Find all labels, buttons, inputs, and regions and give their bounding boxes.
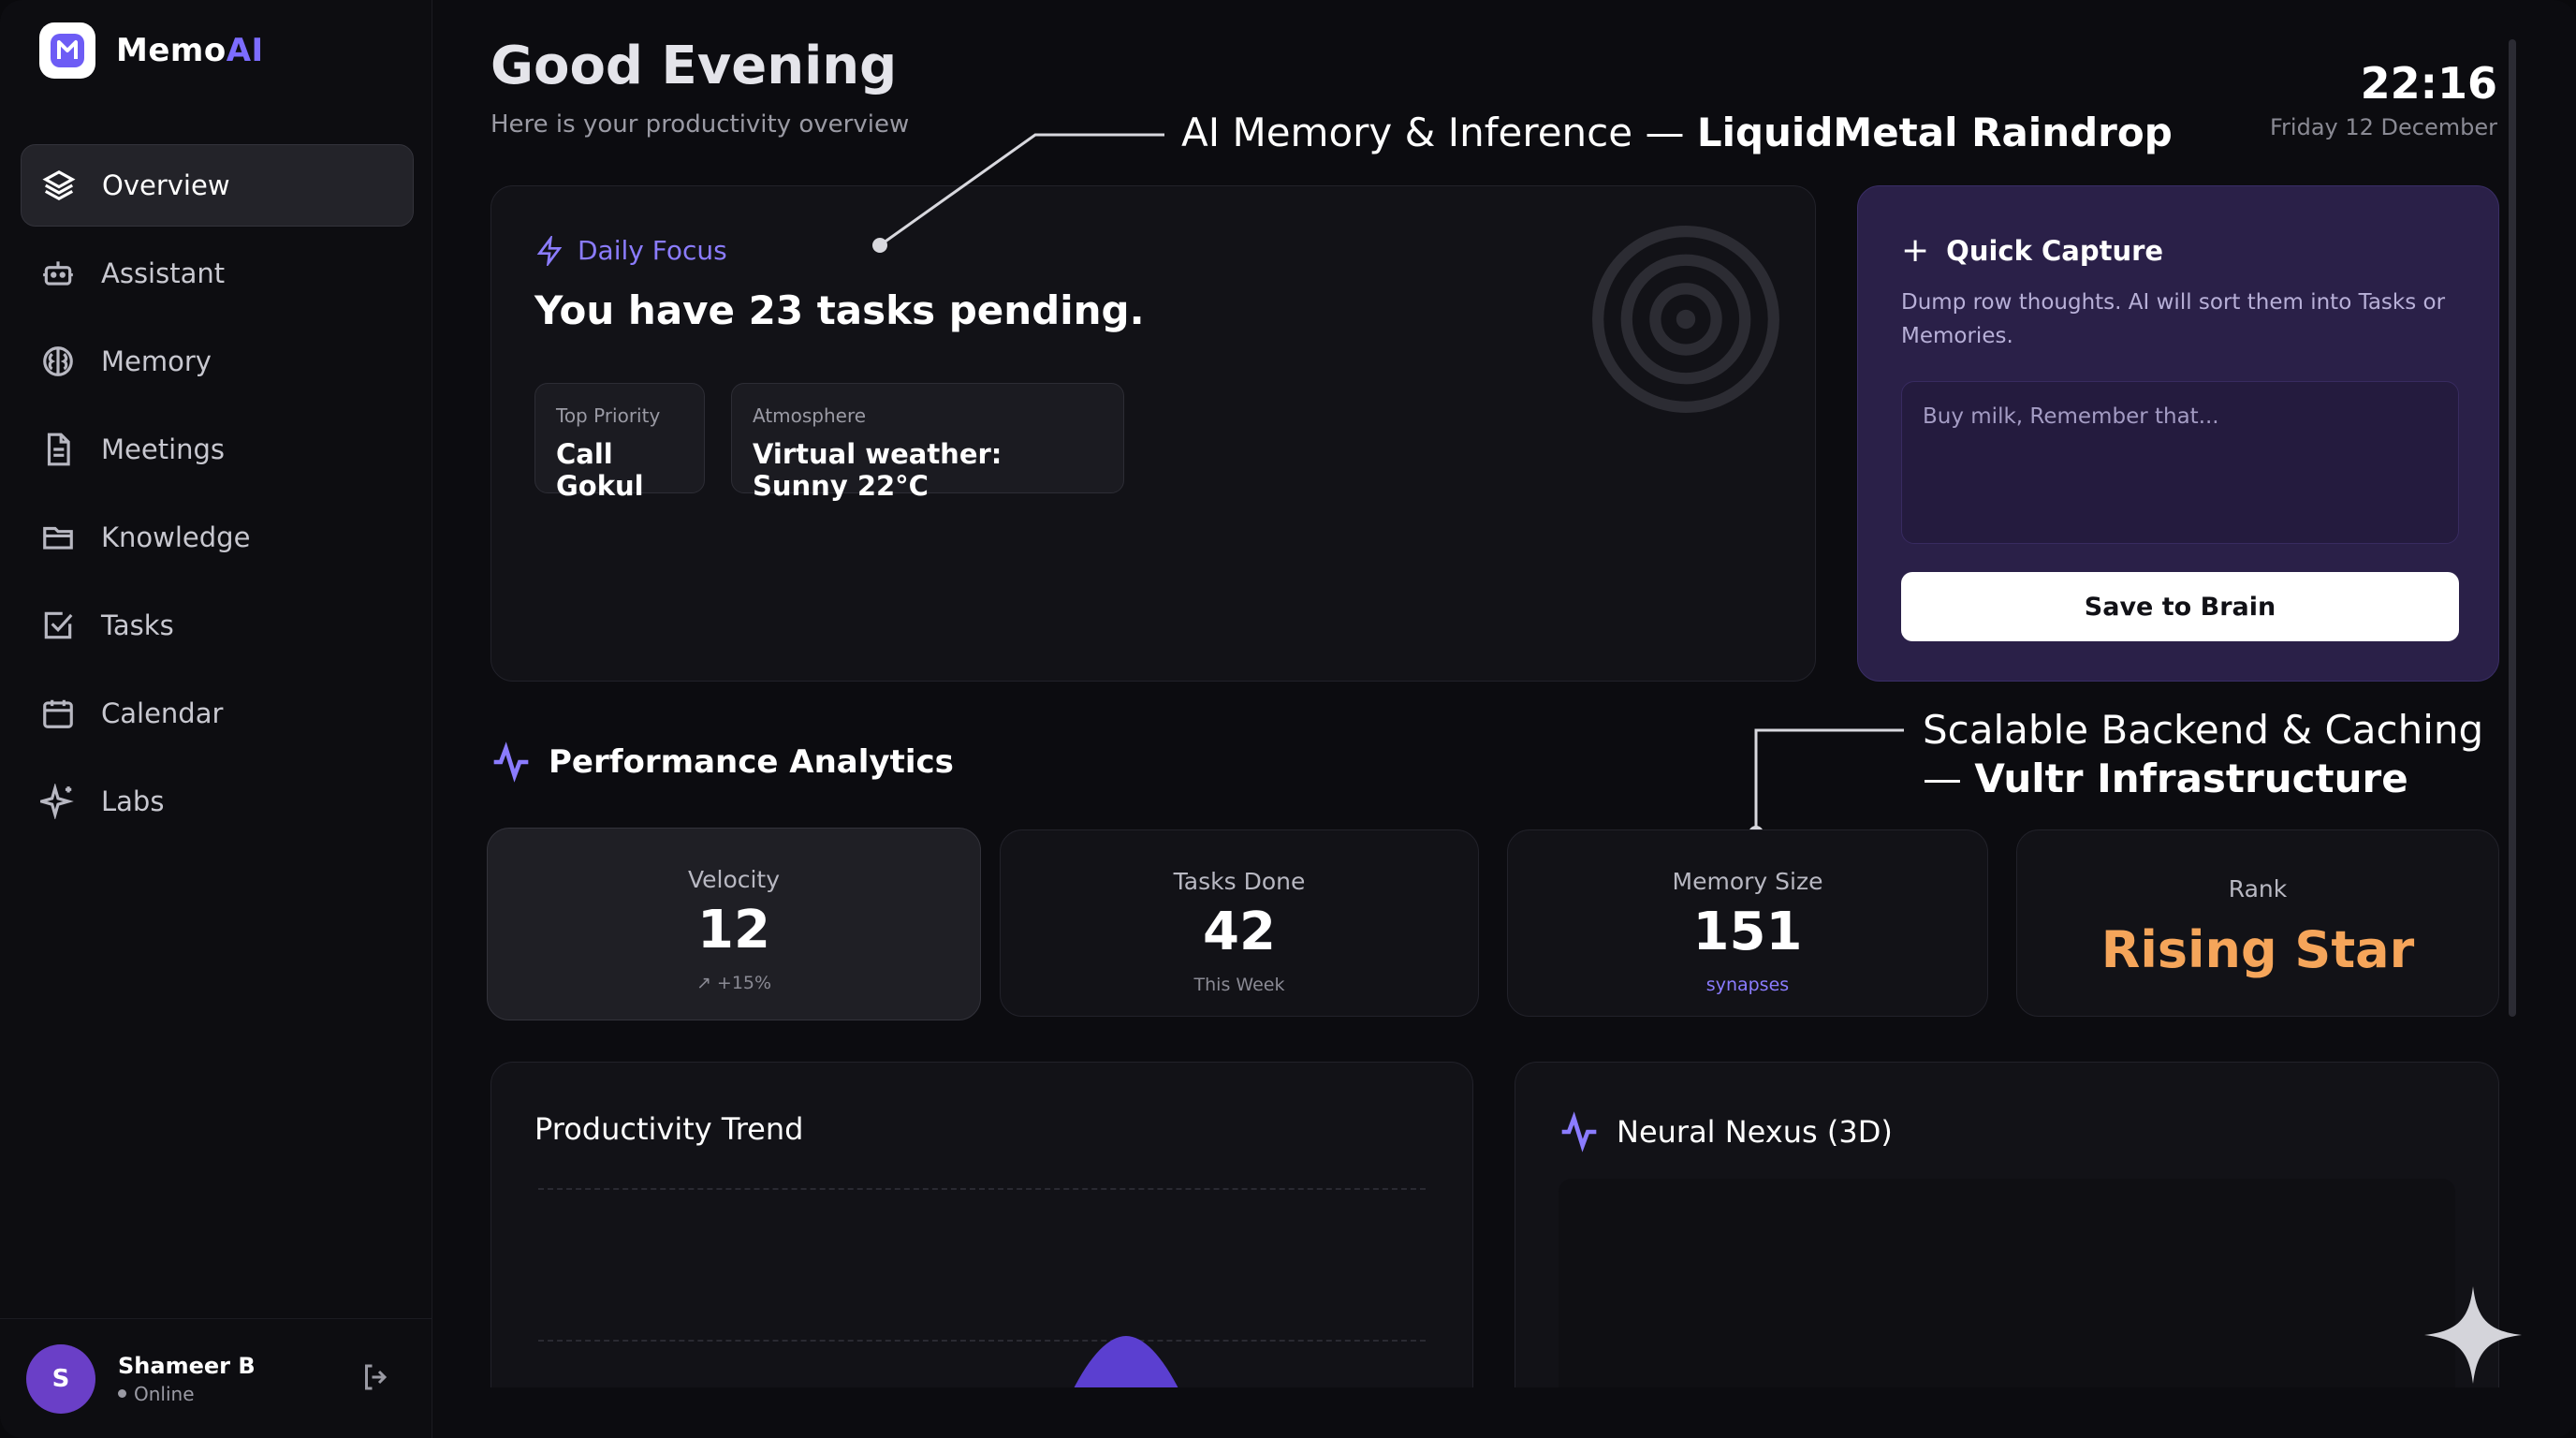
top-priority-chip[interactable]: Top Priority Call Gokul (534, 383, 705, 502)
status-dot (118, 1389, 126, 1398)
velocity-label: Velocity (687, 866, 781, 893)
scrollbar[interactable] (2509, 39, 2516, 1017)
atmosphere-chip[interactable]: Atmosphere Virtual weather: Sunny 22°C (731, 383, 1124, 502)
neural-nexus-panel: Neural Nexus (3D) (1515, 1062, 2499, 1438)
quick-capture-card: + Quick Capture Dump row thoughts. AI wi… (1857, 185, 2499, 682)
logout-icon[interactable] (359, 1360, 397, 1398)
tasks-pending-title: You have 23 tasks pending. (534, 287, 1145, 333)
lightning-icon (536, 235, 563, 266)
save-to-brain-button[interactable]: Save to Brain (1901, 572, 2459, 641)
page-title: Good Evening (490, 36, 898, 96)
tasks-done-stat-card[interactable]: Tasks Done 42 This Week (1000, 829, 1479, 1017)
neural-nexus-title: Neural Nexus (3D) (1559, 1111, 1893, 1152)
folder-icon (39, 519, 77, 556)
velocity-value: 12 (697, 900, 770, 961)
quick-capture-input[interactable]: Buy milk, Remember that... (1901, 381, 2459, 544)
quick-capture-title: + Quick Capture (1901, 231, 2164, 270)
sidebar: MemoAI Overview Assistant Memory Meeting… (0, 0, 432, 1438)
bottom-edge (432, 1387, 2576, 1438)
quick-capture-description: Dump row thoughts. AI will sort them int… (1901, 290, 2446, 348)
sidebar-item-label: Overview (102, 169, 230, 201)
annotation-vultr: Scalable Backend & Caching — Vultr Infra… (1923, 707, 2484, 801)
velocity-stat-card[interactable]: Velocity 12 ↗ +15% (487, 828, 981, 1020)
atmosphere-label: Atmosphere (753, 404, 867, 427)
user-meta: Shameer B Online (118, 1353, 256, 1405)
sidebar-item-tasks[interactable]: Tasks (21, 584, 414, 667)
top-priority-label: Top Priority (556, 404, 661, 427)
sidebar-item-label: Tasks (101, 609, 174, 641)
activity-icon (1561, 1111, 1597, 1152)
avatar[interactable]: S (26, 1343, 95, 1414)
daily-focus-card: Daily Focus You have 23 tasks pending. T… (490, 185, 1816, 682)
productivity-trend-title: Productivity Trend (534, 1111, 804, 1147)
performance-analytics-title: Performance Analytics (490, 741, 954, 783)
page-subtitle: Here is your productivity overview (490, 110, 910, 139)
robot-icon (39, 255, 77, 292)
brain-icon (39, 343, 77, 380)
tasks-done-sub: This Week (1193, 975, 1285, 995)
chart-gridline (538, 1340, 1426, 1342)
annotation-liquidmetal: AI Memory & Inference — LiquidMetal Rain… (1181, 110, 2173, 155)
atmosphere-value: Virtual weather: Sunny 22°C (753, 438, 1003, 502)
brand[interactable]: MemoAI (39, 22, 264, 79)
memory-size-sub: synapses (1705, 975, 1790, 995)
memory-size-label: Memory Size (1672, 868, 1823, 895)
tasks-done-label: Tasks Done (1173, 868, 1306, 895)
user-profile: S Shameer B Online (0, 1318, 432, 1438)
sidebar-item-labs[interactable]: Labs (21, 760, 414, 843)
document-icon (39, 431, 77, 468)
sidebar-item-label: Calendar (101, 697, 224, 729)
sidebar-item-memory[interactable]: Memory (21, 320, 414, 403)
sidebar-item-label: Assistant (101, 257, 226, 289)
brand-name: MemoAI (116, 32, 264, 69)
sidebar-item-label: Labs (101, 785, 165, 817)
checkbox-icon (39, 607, 77, 644)
sidebar-item-meetings[interactable]: Meetings (21, 408, 414, 491)
daily-focus-label: Daily Focus (534, 235, 727, 266)
sparkle-icon[interactable] (2424, 1286, 2522, 1384)
memory-size-stat-card[interactable]: Memory Size 151 synapses (1507, 829, 1988, 1017)
user-name: Shameer B (118, 1352, 256, 1379)
sidebar-item-label: Meetings (101, 433, 226, 465)
sidebar-item-knowledge[interactable]: Knowledge (21, 496, 414, 579)
sparkles-icon (39, 783, 77, 820)
sidebar-nav: Overview Assistant Memory Meetings Knowl… (21, 144, 414, 848)
activity-icon (493, 741, 529, 783)
velocity-change: ↗ +15% (695, 973, 772, 993)
productivity-trend-panel: Productivity Trend (490, 1062, 1473, 1438)
rank-stat-card[interactable]: Rank Rising Star (2016, 829, 2499, 1017)
app-window: MemoAI Overview Assistant Memory Meeting… (0, 0, 2576, 1438)
user-status: Online (118, 1383, 256, 1405)
tasks-done-value: 42 (1203, 902, 1276, 962)
sidebar-item-label: Memory (101, 345, 212, 377)
target-icon (1592, 226, 1779, 413)
top-priority-value: Call Gokul (556, 438, 644, 502)
sidebar-item-label: Knowledge (101, 521, 251, 553)
calendar-icon (39, 695, 77, 732)
rank-value: Rising Star (2100, 920, 2415, 979)
date: Friday 12 December (2270, 114, 2497, 140)
memoai-logo-icon (39, 22, 95, 79)
memory-size-value: 151 (1692, 902, 1803, 962)
sidebar-item-assistant[interactable]: Assistant (21, 232, 414, 315)
trend-area-shape (1072, 1336, 1180, 1392)
layers-icon (40, 167, 78, 204)
sidebar-item-calendar[interactable]: Calendar (21, 672, 414, 755)
sidebar-item-overview[interactable]: Overview (21, 144, 414, 227)
clock: 22:16 (2360, 58, 2497, 109)
plus-icon: + (1901, 231, 1930, 270)
rank-label: Rank (2228, 875, 2288, 902)
chart-gridline (538, 1188, 1426, 1190)
